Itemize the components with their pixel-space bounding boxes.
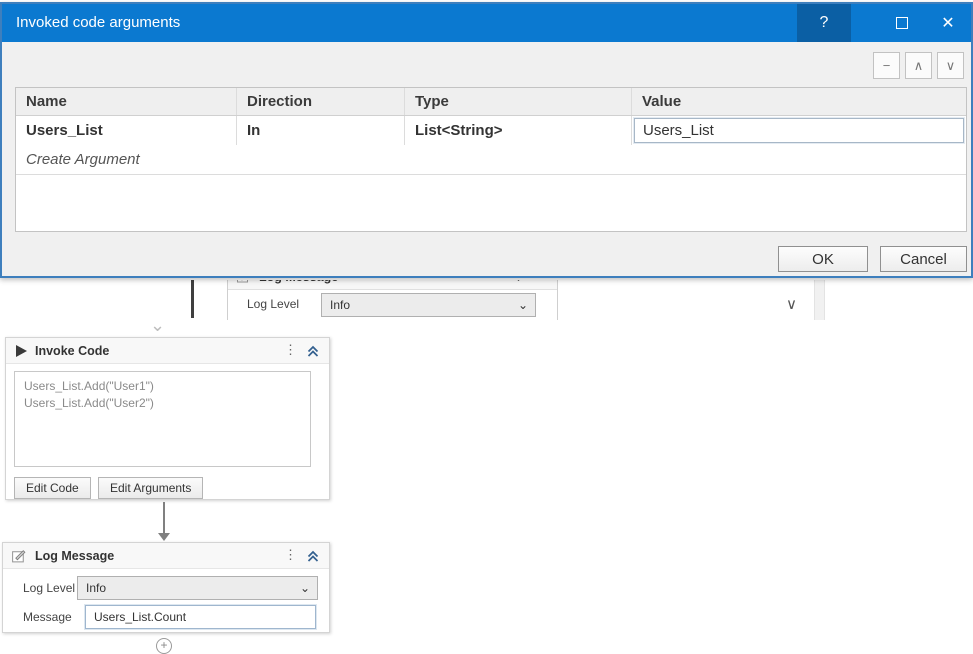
- chevron-down-icon: ⌄: [518, 294, 528, 316]
- code-line: Users_List.Add("User2"): [24, 395, 301, 412]
- log-level-label: Log Level: [247, 297, 299, 311]
- flow-arrow-line: [163, 502, 165, 534]
- kebab-menu-icon[interactable]: ⋮: [284, 342, 297, 358]
- arguments-table: Name Direction Type Value Users_List In …: [15, 87, 967, 232]
- edit-code-button[interactable]: Edit Code: [14, 477, 91, 499]
- argument-type-cell[interactable]: List<String>: [405, 116, 632, 145]
- flow-arrow-head: [158, 533, 170, 541]
- log-message-activity-clipped[interactable]: Log Message ⋮ ✕ Log Level Info ⌄: [227, 280, 558, 320]
- code-preview-box: Users_List.Add("User1") Users_List.Add("…: [14, 371, 311, 467]
- log-message-activity[interactable]: Log Message ⋮ Log Level Info ⌄ Message U…: [2, 542, 330, 633]
- move-up-button[interactable]: ∧: [905, 52, 932, 79]
- remove-argument-button[interactable]: −: [873, 52, 900, 79]
- ok-button[interactable]: OK: [778, 246, 868, 272]
- sequence-collapse-chevron-icon[interactable]: ⌄: [150, 316, 165, 334]
- clipped-header-sliver: Log Message ⋮ ✕: [228, 280, 557, 290]
- table-row: Users_List In List<String> Users_List: [16, 116, 966, 145]
- column-header-name[interactable]: Name: [16, 88, 237, 115]
- create-argument-row[interactable]: Create Argument: [16, 145, 966, 175]
- log-level-dropdown[interactable]: Info ⌄: [321, 293, 536, 317]
- play-icon: [16, 345, 27, 357]
- kebab-menu-icon[interactable]: ⋮: [512, 280, 525, 284]
- close-icon[interactable]: ✕: [536, 280, 547, 284]
- argument-value-input[interactable]: Users_List: [634, 118, 964, 143]
- log-level-value: Info: [86, 581, 106, 595]
- workflow-connector-line: [191, 280, 194, 318]
- activity-title: Invoke Code: [35, 344, 109, 358]
- panel-chevron-down-icon[interactable]: ∨: [786, 297, 797, 312]
- help-button[interactable]: ?: [797, 4, 851, 42]
- argument-direction-cell[interactable]: In: [237, 116, 405, 145]
- dialog-title: Invoked code arguments: [2, 4, 797, 42]
- dialog-titlebar[interactable]: Invoked code arguments ? ✕: [2, 4, 971, 42]
- designer-canvas: Log Message ⋮ ✕ Log Level Info ⌄ ∨ ⌄ Inv…: [0, 0, 973, 654]
- invoked-code-arguments-dialog: Invoked code arguments ? ✕ − ∧ ∨ Name Di…: [0, 2, 973, 278]
- collapse-icon[interactable]: [306, 344, 320, 358]
- log-message-icon: [11, 548, 27, 564]
- add-activity-button[interactable]: +: [156, 638, 172, 654]
- column-header-direction[interactable]: Direction: [237, 88, 405, 115]
- scrollbar-track[interactable]: [814, 280, 825, 320]
- log-level-value: Info: [330, 298, 350, 312]
- move-down-button[interactable]: ∨: [937, 52, 964, 79]
- maximize-icon: [896, 17, 908, 29]
- maximize-button[interactable]: [879, 4, 925, 42]
- argument-name-cell[interactable]: Users_List: [16, 116, 237, 145]
- invoke-code-activity[interactable]: Invoke Code ⋮ Users_List.Add("User1") Us…: [5, 337, 330, 500]
- message-input[interactable]: Users_List.Count: [85, 605, 316, 629]
- invoke-code-header[interactable]: Invoke Code ⋮: [6, 338, 329, 364]
- kebab-menu-icon[interactable]: ⋮: [284, 547, 297, 563]
- log-message-header[interactable]: Log Message ⋮: [3, 543, 329, 569]
- message-label: Message: [23, 610, 72, 624]
- log-message-icon: [236, 280, 251, 284]
- close-button[interactable]: ✕: [925, 4, 971, 42]
- edit-arguments-button[interactable]: Edit Arguments: [98, 477, 203, 499]
- column-header-type[interactable]: Type: [405, 88, 632, 115]
- log-level-label: Log Level: [23, 581, 75, 595]
- argument-value-cell: Users_List: [632, 116, 966, 145]
- log-level-dropdown[interactable]: Info ⌄: [77, 576, 318, 600]
- activity-title: Log Message: [259, 280, 338, 284]
- cancel-button[interactable]: Cancel: [880, 246, 967, 272]
- code-line: Users_List.Add("User1"): [24, 378, 301, 395]
- chevron-down-icon: ⌄: [300, 577, 310, 599]
- collapse-icon[interactable]: [306, 549, 320, 563]
- column-header-value[interactable]: Value: [632, 88, 966, 115]
- table-header-row: Name Direction Type Value: [16, 88, 966, 116]
- activity-title: Log Message: [35, 549, 114, 563]
